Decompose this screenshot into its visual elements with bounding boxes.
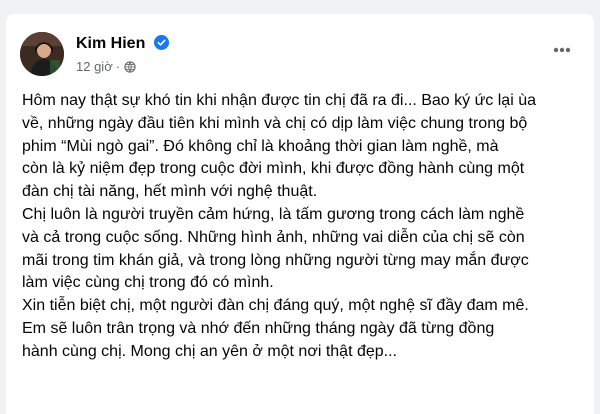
author-name[interactable]: Kim Hien [76, 34, 169, 56]
post-line: hành cùng chị. Mong chị an yên ở một nơi… [22, 342, 397, 360]
post-line: Em sẽ luôn trân trọng và nhớ đến những t… [22, 319, 495, 337]
meta-separator: · [115, 59, 121, 74]
post-line: về, những ngày đầu tiên khi mình và chị … [22, 114, 528, 132]
post-line: đàn chị tài năng, hết mình với nghệ thuậ… [22, 183, 318, 201]
post-text: Hôm nay thật sự khó tin khi nhận được ti… [22, 90, 584, 364]
more-options-icon [553, 47, 571, 53]
avatar-photo [20, 32, 64, 76]
post-line: và cả trong cuộc sống. Những hình ảnh, n… [22, 228, 525, 246]
globe-icon[interactable] [124, 60, 136, 78]
author-name-text[interactable]: Kim Hien [76, 35, 145, 52]
post-line: Xin tiễn biệt chị, một người đàn chị đán… [22, 297, 529, 315]
post-line: Chị luôn là người truyền cảm hứng, là tấ… [22, 205, 525, 223]
post-header: Kim Hien 12 giờ · [20, 30, 580, 82]
post-line: còn là kỷ niệm đẹp trong cuộc đời mình, … [22, 160, 525, 178]
post-line: Hôm nay thật sự khó tin khi nhận được ti… [22, 92, 536, 109]
verified-badge-icon [153, 35, 169, 56]
post-timestamp[interactable]: 12 giờ [76, 59, 113, 74]
author-avatar[interactable] [20, 32, 64, 76]
more-options-button[interactable] [546, 38, 578, 62]
post-line: phim “Mùi ngò gai”. Đó không chỉ là khoả… [22, 137, 499, 155]
post-meta: 12 giờ · [76, 58, 136, 78]
post-line: làm việc cùng chị trong đó có mình. [22, 274, 274, 292]
post-card: Kim Hien 12 giờ · Hôm nay thật sự khó ti… [6, 14, 594, 414]
post-line: mãi trong tim khán giả, và trong lòng nh… [22, 251, 529, 269]
